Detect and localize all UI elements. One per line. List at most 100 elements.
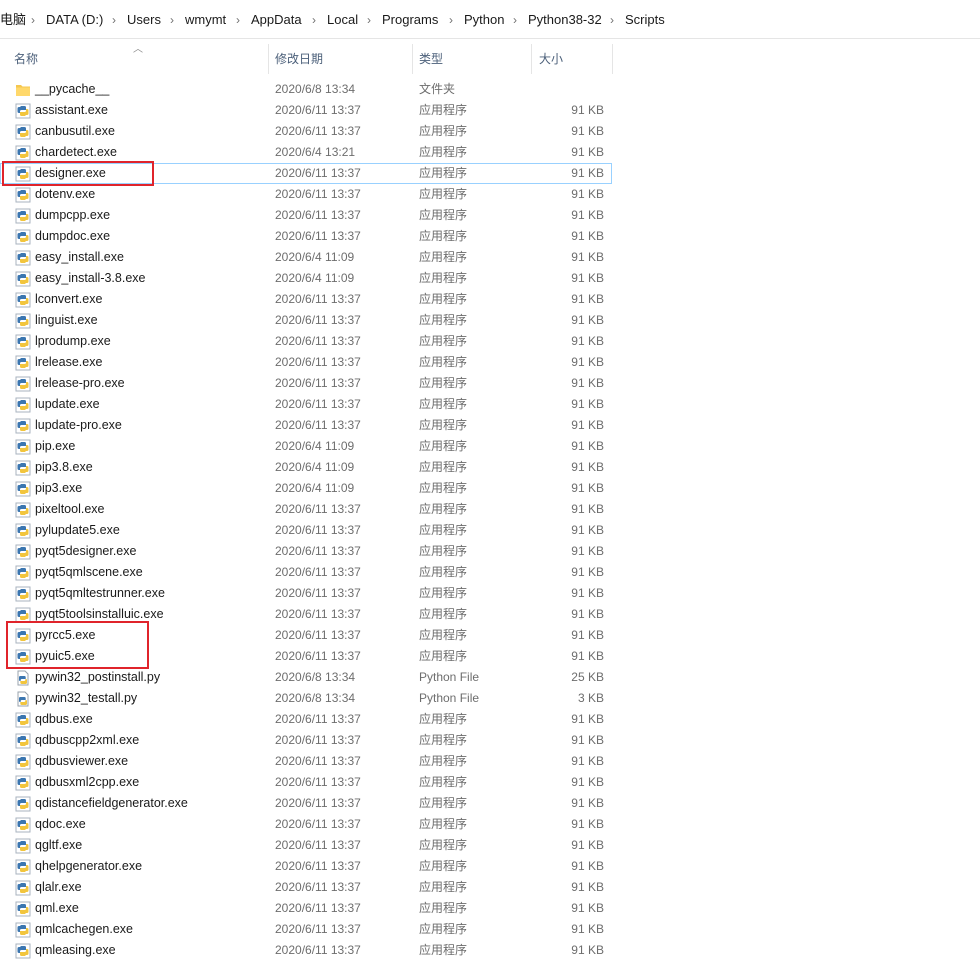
python-exe-icon	[15, 586, 31, 602]
column-header-name[interactable]: 名称	[14, 44, 264, 74]
breadcrumb-item[interactable]: Python38-32	[528, 11, 602, 29]
file-size: 91 KB	[571, 166, 604, 180]
file-row[interactable]: qdbuscpp2xml.exe 2020/6/11 13:37 应用程序 91 KB	[0, 730, 612, 751]
python-exe-icon	[15, 481, 31, 497]
column-header-type[interactable]: 类型	[419, 44, 519, 74]
column-header-size[interactable]: 大小	[539, 44, 599, 74]
file-row[interactable]: lrelease.exe 2020/6/11 13:37 应用程序 91 KB	[0, 352, 612, 373]
address-bar[interactable]: 电脑 › DATA (D:) › Users › wmymt › AppData › Local › P…	[0, 0, 980, 39]
file-row[interactable]: qmlcachegen.exe 2020/6/11 13:37 应用程序 91 KB	[0, 919, 612, 940]
python-exe-icon	[15, 103, 31, 119]
breadcrumb-chevron-icon[interactable]: ›	[367, 11, 371, 29]
file-row[interactable]: easy_install-3.8.exe 2020/6/4 11:09 应用程序 91…	[0, 268, 612, 289]
file-row[interactable]: qml.exe 2020/6/11 13:37 应用程序 91 KB	[0, 898, 612, 919]
file-row[interactable]: lrelease-pro.exe 2020/6/11 13:37 应用程序 91 KB	[0, 373, 612, 394]
file-type: 应用程序	[419, 208, 468, 222]
file-row[interactable]: __pycache__ 2020/6/8 13:34 文件夹	[0, 79, 612, 100]
file-name: canbusutil.exe	[35, 124, 115, 138]
file-size: 91 KB	[571, 103, 604, 117]
file-row[interactable]: pixeltool.exe 2020/6/11 13:37 应用程序 91 KB	[0, 499, 612, 520]
breadcrumb-item[interactable]: 电脑	[0, 11, 26, 29]
file-row[interactable]: qdoc.exe 2020/6/11 13:37 应用程序 91 KB	[0, 814, 612, 835]
file-row[interactable]: lprodump.exe 2020/6/11 13:37 应用程序 91 KB	[0, 331, 612, 352]
file-row[interactable]: dotenv.exe 2020/6/11 13:37 应用程序 91 KB	[0, 184, 612, 205]
file-row[interactable]: linguist.exe 2020/6/11 13:37 应用程序 91 KB	[0, 310, 612, 331]
python-exe-icon	[15, 439, 31, 455]
file-row[interactable]: lconvert.exe 2020/6/11 13:37 应用程序 91 KB	[0, 289, 612, 310]
file-date: 2020/6/4 11:09	[275, 439, 355, 453]
file-name: qdoc.exe	[35, 817, 86, 831]
breadcrumb-chevron-icon[interactable]: ›	[312, 11, 316, 29]
file-row[interactable]: qlalr.exe 2020/6/11 13:37 应用程序 91 KB	[0, 877, 612, 898]
file-row[interactable]: pywin32_testall.py 2020/6/8 13:34 Python F…	[0, 688, 612, 709]
file-type: 应用程序	[419, 712, 468, 726]
file-date: 2020/6/11 13:37	[275, 376, 361, 390]
file-row[interactable]: assistant.exe 2020/6/11 13:37 应用程序 91 KB	[0, 100, 612, 121]
file-size: 91 KB	[571, 271, 604, 285]
breadcrumb-chevron-icon[interactable]: ›	[236, 11, 240, 29]
file-date: 2020/6/11 13:37	[275, 397, 361, 411]
breadcrumb-item[interactable]: DATA (D:)	[46, 11, 103, 29]
file-row[interactable]: dumpdoc.exe 2020/6/11 13:37 应用程序 91 KB	[0, 226, 612, 247]
file-name: dumpdoc.exe	[35, 229, 111, 243]
file-size: 91 KB	[571, 313, 604, 327]
file-date: 2020/6/11 13:37	[275, 733, 361, 747]
column-divider[interactable]	[268, 44, 269, 74]
file-date: 2020/6/11 13:37	[275, 628, 361, 642]
file-row[interactable]: qdbusviewer.exe 2020/6/11 13:37 应用程序 91 KB	[0, 751, 612, 772]
file-row[interactable]: qgltf.exe 2020/6/11 13:37 应用程序 91 KB	[0, 835, 612, 856]
column-divider[interactable]	[412, 44, 413, 74]
file-row[interactable]: chardetect.exe 2020/6/4 13:21 应用程序 91 KB	[0, 142, 612, 163]
file-row[interactable]: dumpcpp.exe 2020/6/11 13:37 应用程序 91 KB	[0, 205, 612, 226]
breadcrumb-item[interactable]: Users	[127, 11, 161, 29]
breadcrumb-item[interactable]: Scripts	[625, 11, 665, 29]
breadcrumb-chevron-icon[interactable]: ›	[449, 11, 453, 29]
file-row[interactable]: easy_install.exe 2020/6/4 11:09 应用程序 91 KB	[0, 247, 612, 268]
file-row[interactable]: pyqt5designer.exe 2020/6/11 13:37 应用程序 91 K…	[0, 541, 612, 562]
file-row[interactable]: pip.exe 2020/6/4 11:09 应用程序 91 KB	[0, 436, 612, 457]
file-row[interactable]: pip3.8.exe 2020/6/4 11:09 应用程序 91 KB	[0, 457, 612, 478]
highlight-box-pyrcc-pyuic	[6, 621, 149, 669]
breadcrumb-item[interactable]: Programs	[382, 11, 438, 29]
file-row[interactable]: lupdate-pro.exe 2020/6/11 13:37 应用程序 91 KB	[0, 415, 612, 436]
breadcrumb-item[interactable]: AppData	[251, 11, 302, 29]
file-name: pyqt5qmlscene.exe	[35, 565, 143, 579]
breadcrumb-item[interactable]: Local	[327, 11, 358, 29]
file-row[interactable]: pylupdate5.exe 2020/6/11 13:37 应用程序 91 KB	[0, 520, 612, 541]
file-row[interactable]: pywin32_postinstall.py 2020/6/8 13:34 Pyth…	[0, 667, 612, 688]
file-row[interactable]: pip3.exe 2020/6/4 11:09 应用程序 91 KB	[0, 478, 612, 499]
breadcrumb-chevron-icon[interactable]: ›	[610, 11, 614, 29]
file-size: 91 KB	[571, 607, 604, 621]
file-row[interactable]: qdistancefieldgenerator.exe 2020/6/11 13:…	[0, 793, 612, 814]
file-type: 应用程序	[419, 649, 468, 663]
file-row[interactable]: qdbusxml2cpp.exe 2020/6/11 13:37 应用程序 91 KB	[0, 772, 612, 793]
python-exe-icon	[15, 376, 31, 392]
file-row[interactable]: pyqt5qmltestrunner.exe 2020/6/11 13:37 应用程…	[0, 583, 612, 604]
column-divider[interactable]	[612, 44, 613, 74]
file-row[interactable]: qmleasing.exe 2020/6/11 13:37 应用程序 91 KB	[0, 940, 612, 961]
file-date: 2020/6/11 13:37	[275, 922, 361, 936]
file-size: 91 KB	[571, 439, 604, 453]
python-exe-icon	[15, 712, 31, 728]
breadcrumb-chevron-icon[interactable]: ›	[170, 11, 174, 29]
file-row[interactable]: pyqt5qmlscene.exe 2020/6/11 13:37 应用程序 91 K…	[0, 562, 612, 583]
file-date: 2020/6/4 11:09	[275, 481, 355, 495]
breadcrumb-item[interactable]: wmymt	[185, 11, 226, 29]
python-exe-icon	[15, 313, 31, 329]
breadcrumb-item[interactable]: Python	[464, 11, 504, 29]
file-row[interactable]: lupdate.exe 2020/6/11 13:37 应用程序 91 KB	[0, 394, 612, 415]
python-exe-icon	[15, 418, 31, 434]
file-name: assistant.exe	[35, 103, 108, 117]
python-exe-icon	[15, 187, 31, 203]
breadcrumb-chevron-icon[interactable]: ›	[513, 11, 517, 29]
breadcrumb-chevron-icon[interactable]: ›	[112, 11, 116, 29]
column-divider[interactable]	[531, 44, 532, 74]
breadcrumb-chevron-icon[interactable]: ›	[31, 11, 35, 29]
file-type: 应用程序	[419, 817, 468, 831]
file-date: 2020/6/11 13:37	[275, 649, 361, 663]
file-row[interactable]: canbusutil.exe 2020/6/11 13:37 应用程序 91 KB	[0, 121, 612, 142]
file-row[interactable]: qdbus.exe 2020/6/11 13:37 应用程序 91 KB	[0, 709, 612, 730]
column-header-date[interactable]: 修改日期	[275, 44, 405, 74]
file-date: 2020/6/8 13:34	[275, 691, 356, 705]
file-row[interactable]: qhelpgenerator.exe 2020/6/11 13:37 应用程序 91 …	[0, 856, 612, 877]
